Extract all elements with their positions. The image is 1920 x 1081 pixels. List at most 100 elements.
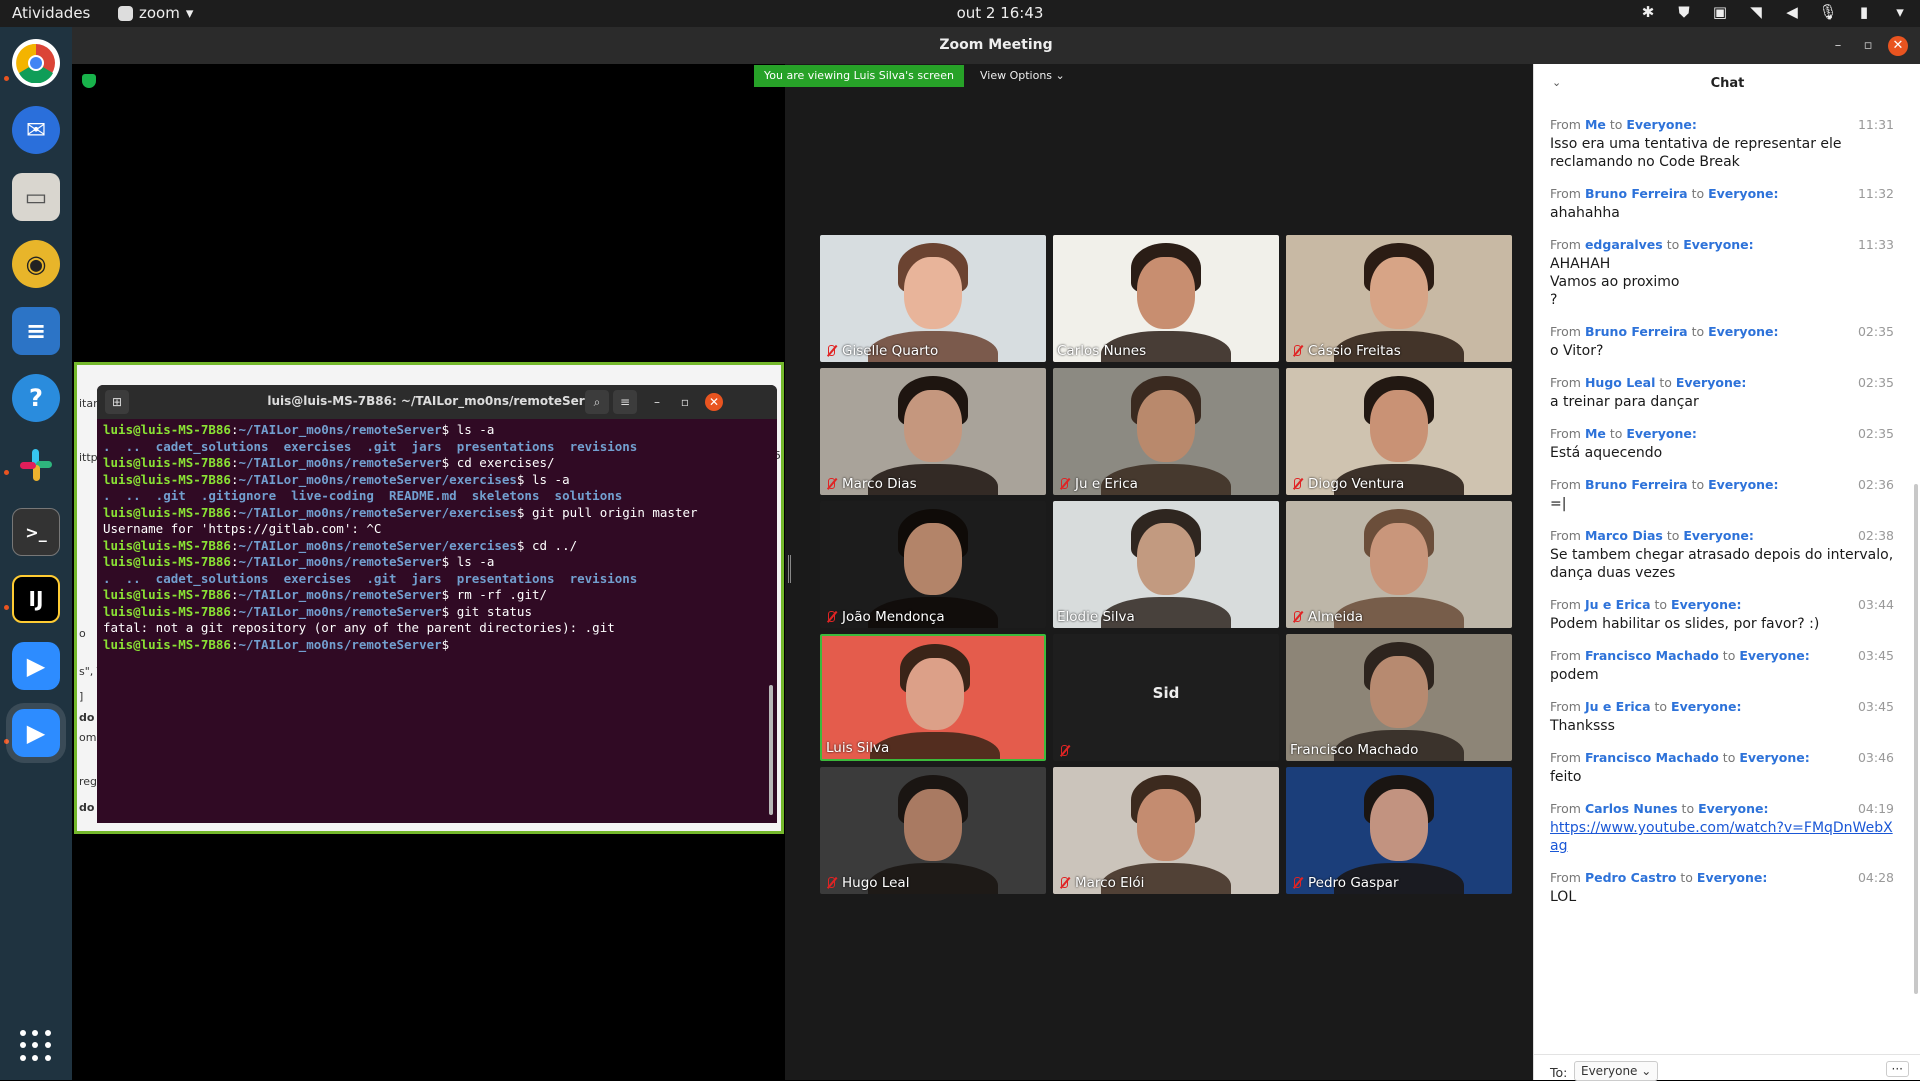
zoom-tray-icon[interactable]: ▣ [1710, 3, 1730, 21]
video-tile[interactable]: Ju e Erica [1053, 368, 1279, 495]
terminal-icon[interactable]: >_ [12, 508, 60, 556]
chat-scrollbar[interactable] [1914, 484, 1918, 994]
remote-desktop-view: itar 1 ittps o s", T ] do ome reg do 16h… [74, 362, 784, 834]
video-tile[interactable]: Diogo Ventura [1286, 368, 1512, 495]
wifi-icon[interactable]: ◥ [1746, 3, 1766, 21]
chat-message-meta: From Pedro Castro to Everyone: 04:28 [1550, 870, 1894, 885]
participant-face [1370, 523, 1428, 595]
thunderbird-icon[interactable]: ✉ [12, 106, 60, 154]
video-tile[interactable]: João Mendonça [820, 501, 1046, 628]
recipient-name: Everyone: [1696, 870, 1768, 885]
chat-message-meta: From Ju e Erica to Everyone: 03:44 [1550, 597, 1894, 612]
system-tray[interactable]: ✱ ⛊ ▣ ◥ ◀ 🎙 ▮ ▾ [1638, 3, 1910, 21]
terminal-line: luis@luis-MS-7B86:~/TAILor_mo0ns/remoteS… [103, 603, 532, 619]
files-icon[interactable]: ▭ [12, 173, 60, 221]
video-tile[interactable]: Giselle Quarto [820, 235, 1046, 362]
command-text: $ ls -a [516, 471, 570, 487]
chrome-icon[interactable] [12, 39, 60, 87]
close-button[interactable]: ✕ [1888, 36, 1908, 56]
volume-icon[interactable]: ◀ [1782, 3, 1802, 21]
participant-name: Cássio Freitas [1308, 343, 1401, 359]
participant-name-tag: Ju e Erica [1057, 476, 1138, 492]
shield-tray-icon[interactable]: ⛊ [1674, 3, 1694, 21]
zoom-icon[interactable]: ▶ [12, 642, 60, 690]
background-text: do [79, 801, 95, 814]
participant-name-tag: Elodie Silva [1057, 609, 1135, 625]
recipient-name: Everyone: [1708, 324, 1779, 339]
chat-messages[interactable]: From Me to Everyone: 11:31 Isso era uma te… [1534, 117, 1914, 1052]
viewing-screen-banner: You are viewing Luis Silva's screen [754, 65, 964, 87]
split-divider-handle[interactable] [788, 555, 791, 583]
command-text: $ [441, 636, 457, 652]
running-indicator [4, 605, 9, 610]
clock[interactable]: out 2 16:43 [920, 4, 1080, 22]
chat-message: From Ju e Erica to Everyone: 03:45 Thankss… [1534, 699, 1914, 735]
message-text: podem [1550, 667, 1599, 683]
message-time: 02:35 [1857, 324, 1894, 339]
chat-message: From Bruno Ferreira to Everyone: 02:35 o V… [1534, 324, 1914, 360]
chat-message: From Ju e Erica to Everyone: 03:44 Podem h… [1534, 597, 1914, 633]
participant-shoulders [870, 732, 1000, 759]
shared-screen-area[interactable]: itar 1 ittps o s", T ] do ome reg do 16h… [72, 64, 785, 1080]
slack-tray-icon[interactable]: ✱ [1638, 3, 1658, 21]
activities-button[interactable]: Atividades [12, 4, 90, 22]
app-menu[interactable]: zoom ▾ [118, 4, 193, 22]
terminal-line: Username for 'https://gitlab.com': ^C [103, 521, 382, 536]
help-icon[interactable]: ? [12, 374, 60, 422]
more-options-button[interactable]: ··· [1885, 1061, 1909, 1077]
intellij-icon[interactable]: IJ [12, 575, 60, 623]
muted-mic-icon [824, 477, 838, 491]
prompt-path: ~/TAILor_mo0ns/remoteServer/exercises [238, 471, 517, 487]
message-time: 03:44 [1857, 597, 1894, 612]
sender-name: Hugo Leal [1584, 375, 1656, 390]
recipient-select[interactable]: Everyone ⌄ [1574, 1061, 1659, 1081]
video-tile[interactable]: Elodie Silva [1053, 501, 1279, 628]
chat-message: From Bruno Ferreira to Everyone: 02:36 =| [1534, 477, 1914, 513]
libreoffice-writer-icon[interactable]: ≡ [12, 307, 60, 355]
chat-message: From Francisco Machado to Everyone: 03:45… [1534, 648, 1914, 684]
participant-name: Hugo Leal [842, 875, 910, 891]
participant-name: Carlos Nunes [1057, 343, 1147, 359]
terminal-titlebar: ⊞ luis@luis-MS-7B86: ~/TAILor_mo0ns/remo… [97, 385, 777, 419]
chat-message-meta: From Bruno Ferreira to Everyone: 02:36 [1550, 477, 1894, 492]
minimize-button[interactable]: – [1828, 36, 1848, 56]
terminal-line: luis@luis-MS-7B86:~/TAILor_mo0ns/remoteS… [103, 504, 698, 520]
participant-name: Pedro Gaspar [1308, 875, 1399, 891]
message-time: 11:32 [1857, 186, 1894, 201]
view-options-label: View Options [980, 69, 1053, 82]
battery-icon[interactable]: ▮ [1854, 3, 1874, 21]
slack-icon[interactable] [12, 441, 60, 489]
terminal-window: ⊞ luis@luis-MS-7B86: ~/TAILor_mo0ns/remo… [97, 385, 777, 823]
video-tile[interactable]: Luis Silva [820, 634, 1046, 761]
maximize-button[interactable]: ▫ [1858, 36, 1878, 56]
video-tile[interactable]: Francisco Machado [1286, 634, 1512, 761]
encryption-shield-icon[interactable] [82, 74, 96, 88]
sender-name: Pedro Castro [1584, 870, 1677, 885]
terminal-line: luis@luis-MS-7B86:~/TAILor_mo0ns/remoteS… [103, 471, 570, 487]
show-applications-icon[interactable] [20, 1030, 52, 1062]
view-options-button[interactable]: View Options ⌄ [972, 65, 1073, 87]
terminal-line: luis@luis-MS-7B86:~/TAILor_mo0ns/remoteS… [103, 455, 555, 470]
window-titlebar[interactable]: Zoom Meeting – ▫ ✕ [72, 27, 1920, 64]
participant-name-tag: Marco Dias [824, 476, 917, 492]
message-time: 02:35 [1857, 375, 1894, 390]
microphone-icon[interactable]: 🎙 [1818, 3, 1838, 21]
rhythmbox-icon[interactable]: ◉ [12, 240, 60, 288]
recipient-name: Everyone: [1708, 186, 1779, 201]
video-tile[interactable]: Almeida [1286, 501, 1512, 628]
prompt-user: luis@luis-MS-7B86 [103, 422, 231, 437]
muted-mic-icon [1057, 477, 1071, 491]
video-tile[interactable]: Hugo Leal [820, 767, 1046, 894]
video-tile[interactable]: Carlos Nunes [1053, 235, 1279, 362]
chevron-down-icon[interactable]: ▾ [1890, 3, 1910, 21]
recipient-name: Everyone: [1698, 801, 1769, 816]
video-tile[interactable]: Pedro Gaspar [1286, 767, 1512, 894]
zoom-meeting-icon[interactable]: ▶ [12, 709, 60, 757]
video-tile[interactable]: Cássio Freitas [1286, 235, 1512, 362]
dock: ✉ ▭ ◉ ≡ ? >_ IJ ▶ ▶ [0, 27, 72, 1080]
video-tile[interactable]: Marco Elói [1053, 767, 1279, 894]
video-tile[interactable]: Sid [1053, 634, 1279, 761]
background-text: o [79, 627, 86, 640]
video-tile[interactable]: Marco Dias [820, 368, 1046, 495]
message-link[interactable]: https://www.youtube.com/watch?v=FMqDnWeb… [1550, 819, 1894, 855]
